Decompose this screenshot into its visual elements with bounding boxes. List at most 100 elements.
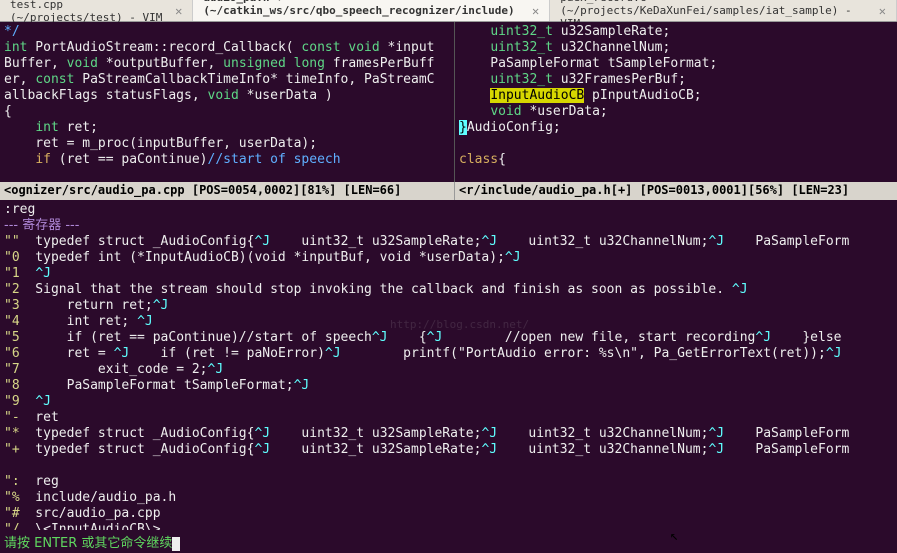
code: u32SampleRate; bbox=[553, 24, 670, 39]
reg-text bbox=[20, 394, 36, 409]
left-pane[interactable]: */ int PortAudioStream::record_Callback(… bbox=[0, 22, 455, 182]
cursor-icon bbox=[172, 537, 180, 551]
ctrl-j-marker: ^J bbox=[708, 426, 724, 441]
reg-row: "/ \<InputAudioCB\> bbox=[4, 522, 893, 530]
reg-text: return ret; bbox=[20, 298, 153, 313]
reg-row: "- ret bbox=[4, 410, 893, 426]
reg-rows: "" typedef struct _AudioConfig{^J uint32… bbox=[4, 234, 893, 530]
reg-text: Signal that the stream should stop invok… bbox=[20, 282, 732, 297]
reg-text: uint32_t u32SampleRate; bbox=[270, 442, 481, 457]
mouse-cursor-icon: ↖ bbox=[670, 528, 678, 544]
ctrl-j-marker: ^J bbox=[481, 442, 497, 457]
reg-text: PaSampleForm bbox=[724, 426, 849, 441]
ctrl-j-marker: ^J bbox=[294, 378, 310, 393]
code bbox=[459, 72, 490, 87]
code: *userData ) bbox=[239, 88, 333, 103]
code: const bbox=[35, 72, 74, 87]
reg-key: "4 bbox=[4, 314, 20, 329]
reg-row: "6 ret = ^J if (ret != paNoError)^J prin… bbox=[4, 346, 893, 362]
reg-key: "2 bbox=[4, 282, 20, 297]
reg-row: "* typedef struct _AudioConfig{^J uint32… bbox=[4, 426, 893, 442]
code: allbackFlags statusFlags, bbox=[4, 88, 208, 103]
reg-text bbox=[20, 266, 36, 281]
reg-text: int ret; bbox=[20, 314, 137, 329]
reg-text: PaSampleForm bbox=[724, 234, 849, 249]
reg-key: "" bbox=[4, 234, 20, 249]
reg-text: include/audio_pa.h bbox=[20, 490, 177, 505]
reg-row: "1 ^J bbox=[4, 266, 893, 282]
code: ret; bbox=[59, 120, 98, 135]
reg-row: "8 PaSampleFormat tSampleFormat;^J bbox=[4, 378, 893, 394]
ctrl-j-marker: ^J bbox=[254, 442, 270, 457]
ctrl-j-marker: ^J bbox=[372, 330, 388, 345]
reg-row: "4 int ret; ^J bbox=[4, 314, 893, 330]
ctrl-j-marker: ^J bbox=[208, 362, 224, 377]
code bbox=[459, 88, 490, 103]
status-bar: <ognizer/src/audio_pa.cpp [POS=0054,0002… bbox=[0, 182, 897, 200]
reg-text: printf("PortAudio error: %s\n", Pa_GetEr… bbox=[341, 346, 826, 361]
code: if bbox=[35, 152, 51, 167]
reg-text: typedef struct _AudioConfig{ bbox=[20, 234, 255, 249]
code: { bbox=[498, 152, 506, 167]
code: u32FramesPerBuf; bbox=[553, 72, 686, 87]
ctrl-j-marker: ^J bbox=[153, 298, 169, 313]
close-icon[interactable]: ✕ bbox=[532, 4, 539, 18]
close-icon[interactable]: ✕ bbox=[175, 4, 182, 18]
reg-key: "# bbox=[4, 506, 20, 521]
ctrl-j-marker: ^J bbox=[35, 394, 51, 409]
reg-text: ret bbox=[20, 410, 59, 425]
reg-text: exit_code = 2; bbox=[20, 362, 208, 377]
reg-text: if (ret == paContinue)//start of speech bbox=[20, 330, 372, 345]
tab-label: test.cpp (~/projects/test) - VIM bbox=[10, 0, 171, 24]
code bbox=[459, 104, 490, 119]
ctrl-j-marker: ^J bbox=[481, 234, 497, 249]
reg-text: \<InputAudioCB\> bbox=[20, 522, 161, 530]
code: Buffer, bbox=[4, 56, 67, 71]
ctrl-j-marker: ^J bbox=[708, 234, 724, 249]
reg-key bbox=[4, 458, 20, 473]
code bbox=[4, 120, 35, 135]
reg-row: "" typedef struct _AudioConfig{ ^J uint32… bbox=[4, 234, 893, 250]
code: unsigned long bbox=[223, 56, 325, 71]
reg-text: typedef struct _AudioConfig{ bbox=[20, 426, 255, 441]
reg-text: ret = bbox=[20, 346, 114, 361]
reg-key: "3 bbox=[4, 298, 20, 313]
reg-text: typedef int (*InputAudioCB)(void *inputB… bbox=[20, 250, 505, 265]
reg-key: "5 bbox=[4, 330, 20, 345]
code: int bbox=[4, 40, 27, 55]
close-icon[interactable]: ✕ bbox=[879, 4, 886, 18]
ctrl-j-marker: ^J bbox=[481, 426, 497, 441]
code: pInputAudioCB; bbox=[584, 88, 701, 103]
reg-text: reg bbox=[20, 474, 59, 489]
reg-row: ": reg bbox=[4, 474, 893, 490]
code: //start of speech bbox=[208, 152, 341, 167]
reg-key: "6 bbox=[4, 346, 20, 361]
ctrl-j-marker: ^J bbox=[35, 266, 51, 281]
code: int bbox=[35, 120, 58, 135]
code: class bbox=[459, 152, 498, 167]
reg-key: "1 bbox=[4, 266, 20, 281]
editor-split: */ int PortAudioStream::record_Callback(… bbox=[0, 22, 897, 182]
reg-text: uint32_t u32ChannelNum; bbox=[497, 442, 708, 457]
code: PaStreamCallbackTimeInfo* timeInfo, PaSt… bbox=[74, 72, 434, 87]
tab-audio-pa-h[interactable]: audio_pa.h + (~/catkin_ws/src/qbo_speech… bbox=[193, 0, 550, 21]
reg-key: "7 bbox=[4, 362, 20, 377]
reg-text: PaSampleForm bbox=[724, 442, 849, 457]
reg-text: }else bbox=[771, 330, 841, 345]
reg-row: "9 ^J bbox=[4, 394, 893, 410]
ctrl-j-marker: ^J bbox=[732, 282, 748, 297]
right-pane[interactable]: uint32_t u32SampleRate; uint32_t u32Chan… bbox=[455, 22, 897, 182]
code: uint32_t bbox=[490, 40, 553, 55]
code: er, bbox=[4, 72, 35, 87]
reg-command: :reg bbox=[4, 202, 35, 217]
code: PortAudioStream::record_Callback( bbox=[27, 40, 301, 55]
tab-test-cpp[interactable]: test.cpp (~/projects/test) - VIM ✕ bbox=[0, 0, 193, 21]
reg-key: "+ bbox=[4, 442, 20, 457]
tab-paex-record[interactable]: paex_record.c (~/projects/KeDaXunFei/sam… bbox=[550, 0, 897, 21]
reg-text: src/audio_pa.cpp bbox=[20, 506, 161, 521]
code: framesPerBuff bbox=[325, 56, 435, 71]
reg-row: "5 if (ret == paContinue)//start of spee… bbox=[4, 330, 893, 346]
reg-text: uint32_t u32ChannelNum; bbox=[497, 234, 708, 249]
code bbox=[459, 40, 490, 55]
cursor-highlight: } bbox=[459, 120, 467, 135]
